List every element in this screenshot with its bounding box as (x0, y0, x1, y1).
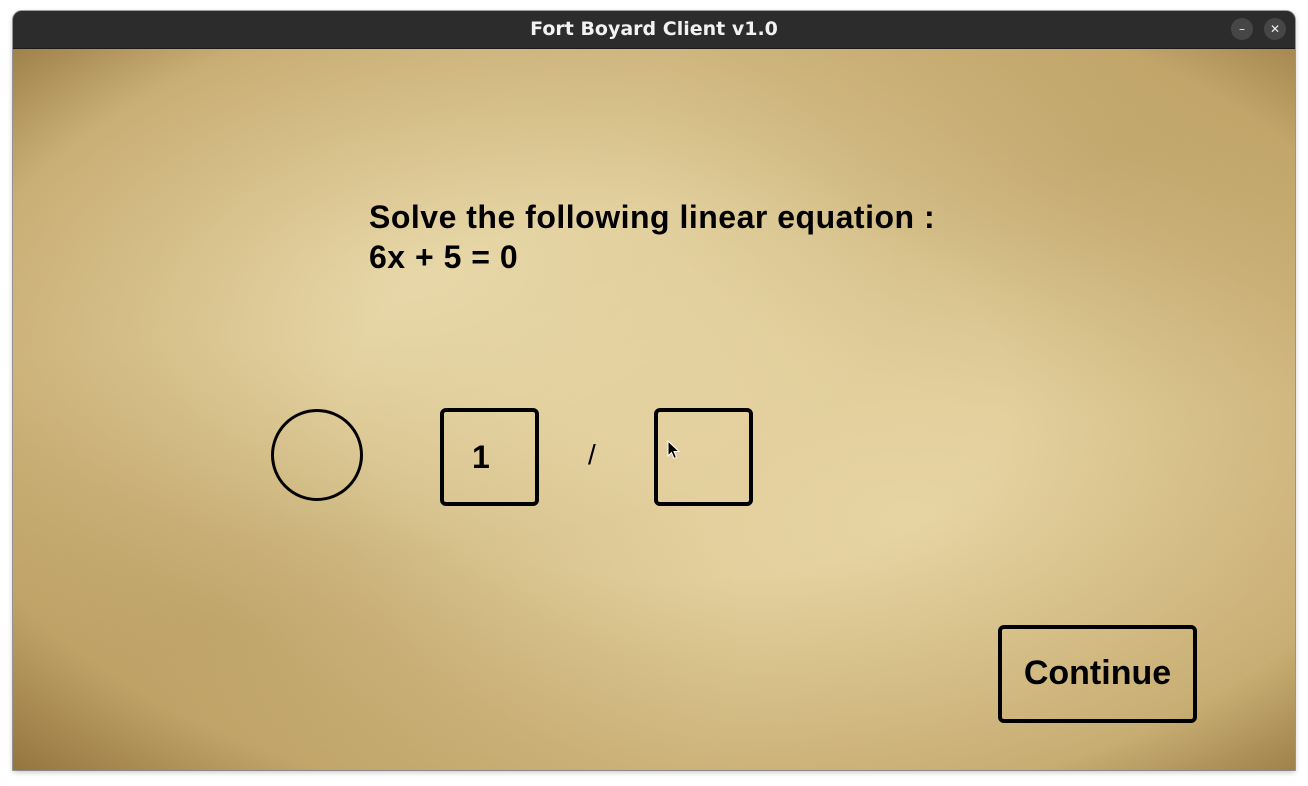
minimize-button[interactable]: – (1231, 18, 1253, 40)
app-window: Fort Boyard Client v1.0 – ✕ Solve the fo… (13, 11, 1295, 770)
continue-button[interactable]: Continue (998, 625, 1197, 723)
minimize-icon: – (1239, 22, 1245, 36)
parchment-panel: Solve the following linear equation : 6x… (13, 49, 1295, 770)
close-button[interactable]: ✕ (1264, 18, 1286, 40)
fraction-separator: / (588, 439, 596, 470)
question-prompt: Solve the following linear equation : (369, 199, 936, 235)
title-bar[interactable]: Fort Boyard Client v1.0 – ✕ (13, 11, 1295, 49)
question-equation: 6x + 5 = 0 (369, 239, 519, 275)
numerator-input[interactable]: 1 (440, 408, 539, 506)
mouse-pointer-icon (667, 440, 681, 460)
sign-toggle[interactable] (271, 409, 363, 501)
window-title: Fort Boyard Client v1.0 (530, 18, 778, 40)
close-icon: ✕ (1269, 22, 1281, 36)
question-text: Solve the following linear equation : 6x… (369, 197, 935, 277)
